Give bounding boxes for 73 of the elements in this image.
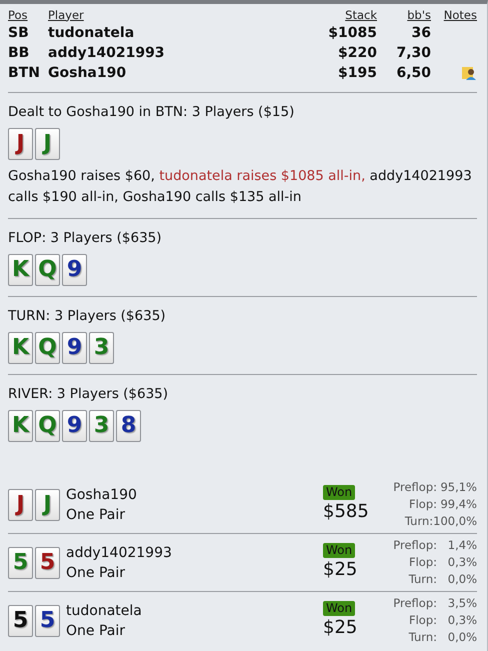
player-name: tudonatela <box>66 602 143 620</box>
hand-name: One Pair <box>66 564 126 582</box>
playing-card: Q <box>35 254 60 286</box>
equity-value: 0,3% <box>448 612 477 629</box>
column-header[interactable]: Player <box>48 8 297 22</box>
stack-value: $220 <box>337 45 377 61</box>
win-amount: $25 <box>323 616 358 640</box>
equity-value: 95,1% <box>440 479 477 496</box>
position-label: BB <box>8 45 30 61</box>
equity-value: 0,0% <box>448 571 477 588</box>
player-name: addy14021993 <box>48 45 166 61</box>
won-badge: Won <box>323 485 356 500</box>
street-title: TURN: 3 Players ($635) <box>8 308 167 324</box>
street-title: FLOP: 3 Players ($635) <box>8 230 163 246</box>
equity-value: 0,3% <box>448 554 477 571</box>
equity-label: Preflop: <box>392 479 437 496</box>
equity-label: Preflop: <box>392 537 437 554</box>
playing-card: J <box>35 128 60 160</box>
equity-label: Preflop: <box>392 595 437 612</box>
hand-name: One Pair <box>66 622 126 640</box>
playing-card: K <box>8 332 33 364</box>
equity-value: 99,4% <box>440 496 477 513</box>
playing-card: 5 <box>35 604 60 636</box>
bb-value: 6,50 <box>395 65 431 81</box>
playing-card: 8 <box>116 410 141 442</box>
won-badge: Won <box>323 543 356 558</box>
playing-card: K <box>8 254 33 286</box>
playing-card: 9 <box>62 254 87 286</box>
bb-value: 36 <box>410 25 431 41</box>
playing-card: 9 <box>62 410 87 442</box>
equity-label: Flop: <box>408 496 437 513</box>
column-header[interactable]: bb's <box>377 8 431 22</box>
position-label: SB <box>8 25 30 41</box>
playing-card: 5 <box>8 604 33 636</box>
equity-label: Flop: <box>408 612 437 629</box>
stack-value: $1085 <box>327 25 377 41</box>
equity-value: 1,4% <box>448 537 477 554</box>
equity-label: Turn: <box>408 571 437 588</box>
hand-name: One Pair <box>66 506 126 524</box>
street-title: Dealt to Gosha190 in BTN: 3 Players ($15) <box>8 104 296 120</box>
column-header[interactable]: Stack <box>297 8 377 22</box>
playing-card: Q <box>35 410 60 442</box>
playing-card: J <box>8 128 33 160</box>
column-header[interactable]: Pos <box>8 8 48 22</box>
playing-card: 5 <box>35 546 60 578</box>
playing-card: J <box>8 488 33 520</box>
playing-card: Q <box>35 332 60 364</box>
equity-value: 3,5% <box>448 595 477 612</box>
note-icon[interactable] <box>461 65 477 81</box>
win-amount: $25 <box>323 558 358 582</box>
equity-label: Turn: <box>408 629 437 646</box>
playing-card: J <box>35 488 60 520</box>
stack-value: $195 <box>337 65 377 81</box>
playing-card: K <box>8 410 33 442</box>
playing-card: 3 <box>89 332 114 364</box>
equity-value: 0,0% <box>448 629 477 646</box>
street-title: RIVER: 3 Players ($635) <box>8 386 170 402</box>
column-header[interactable]: Notes <box>431 8 477 22</box>
player-name: Gosha190 <box>48 65 128 81</box>
win-amount: $585 <box>323 500 369 524</box>
equity-value: 100,0% <box>433 513 477 530</box>
equity-label: Turn: <box>404 513 434 530</box>
player-name: Gosha190 <box>66 486 138 504</box>
action-text: Gosha190 raises $60, tudonatela raises $1085 all-in, addy14021993 calls $190 all-in, Gosha190 calls $135 all-in <box>8 167 473 207</box>
player-name: tudonatela <box>48 25 136 41</box>
won-badge: Won <box>323 601 356 616</box>
position-label: BTN <box>8 65 41 81</box>
bb-value: 7,30 <box>395 45 431 61</box>
equity-label: Flop: <box>408 554 437 571</box>
playing-card: 9 <box>62 332 87 364</box>
player-name: addy14021993 <box>66 544 173 562</box>
playing-card: 3 <box>89 410 114 442</box>
playing-card: 5 <box>8 546 33 578</box>
